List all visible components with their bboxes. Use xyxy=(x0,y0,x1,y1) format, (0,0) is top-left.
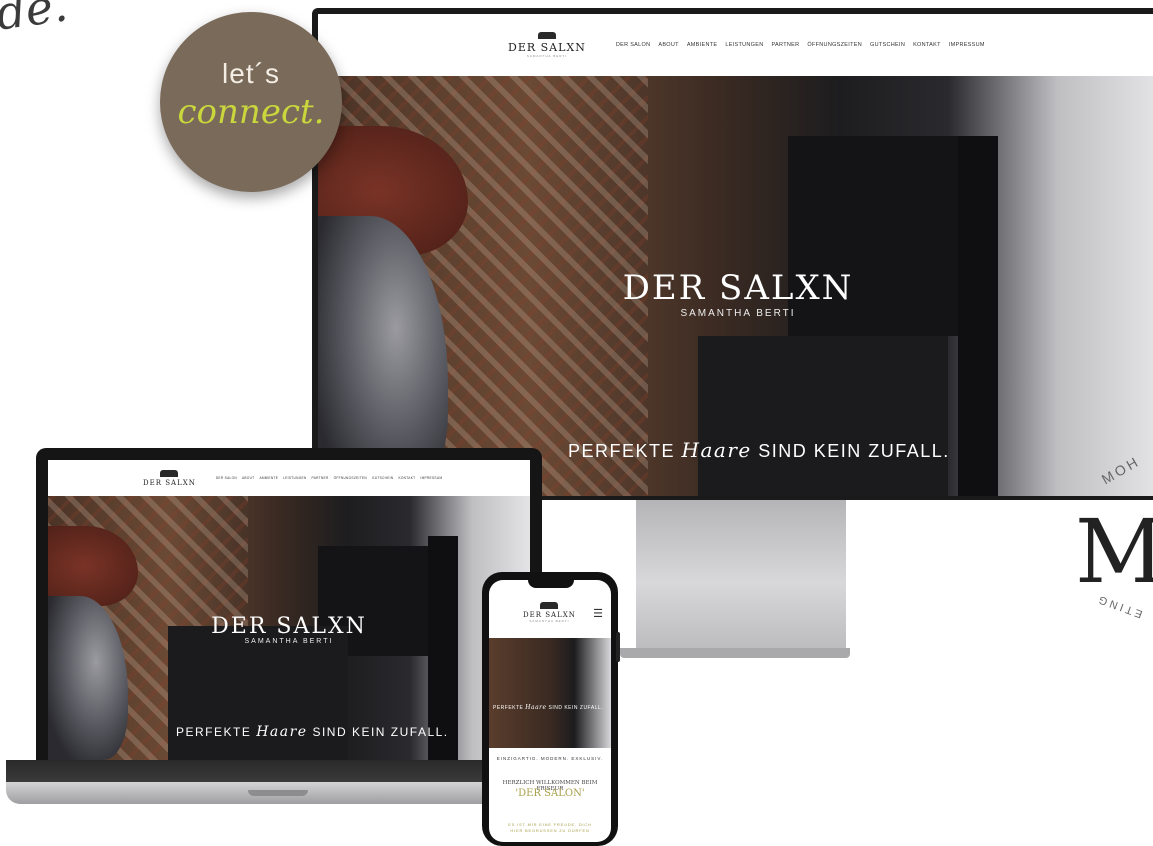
monitor-foot xyxy=(620,648,850,658)
phone-tagline: EINZIGARTIG. MODERN. EXKLUSIV. xyxy=(496,756,604,761)
hero-subtitle: SAMANTHA BERTI xyxy=(244,638,334,645)
hero-image-laptop: DER SALXN SAMANTHA BERTI PERFEKTE Haare … xyxy=(48,496,530,760)
tagline-pre: PERFEKTE xyxy=(493,705,524,711)
nav-item-ambiente[interactable]: AMBIENTE xyxy=(259,476,278,480)
phone-salon-name: 'DER SALON' xyxy=(515,788,585,799)
phone-navbar: DER SALXN SAMANTHA BERTI ☰ xyxy=(489,580,611,638)
logo-text: DER SALXN xyxy=(143,478,196,487)
tagline-post: SIND KEIN ZUFALL. xyxy=(758,441,950,461)
laptop-notch xyxy=(248,790,308,796)
badge-line1: let´s xyxy=(222,58,280,89)
tagline-post: SIND KEIN ZUFALL. xyxy=(312,725,449,739)
phone-notch xyxy=(528,578,574,588)
nav-item-oeffnungszeiten[interactable]: ÖFFNUNGSZEITEN xyxy=(334,476,367,480)
logo-text: DER SALXN xyxy=(523,611,576,619)
nav-item-partner[interactable]: PARTNER xyxy=(772,42,800,48)
nav-item-gutschein[interactable]: GUTSCHEIN xyxy=(372,476,393,480)
nav-item-der-salon[interactable]: DER SALON xyxy=(616,42,651,48)
nav-links: DER SALON ABOUT AMBIENTE LEISTUNGEN PART… xyxy=(616,42,985,48)
site-navbar-laptop: DER SALXN DER SALON ABOUT AMBIENTE LEIST… xyxy=(48,460,530,496)
reception-counter xyxy=(698,336,948,496)
site-logo-laptop[interactable]: DER SALXN xyxy=(143,469,196,487)
logo-subtitle: SAMANTHA BERTI xyxy=(529,619,570,623)
nav-item-impressum[interactable]: IMPRESSUM xyxy=(949,42,985,48)
logo-mark-icon xyxy=(540,602,559,609)
site-logo[interactable]: DER SALXN SAMANTHA BERTI xyxy=(508,32,586,58)
laptop-keyboard-edge xyxy=(6,760,536,782)
phone-hero-image: PERFEKTE Haare SIND KEIN ZUFALL. xyxy=(489,638,611,748)
nav-item-oeffnungszeiten[interactable]: ÖFFNUNGSZEITEN xyxy=(807,42,862,48)
decorative-m-letter: M xyxy=(1075,500,1153,603)
monitor-stand xyxy=(636,500,846,650)
phone-intro-text: ES IST MIR EINE FREUDE, DICH HIER BEGRÜS… xyxy=(489,822,611,834)
hero-tagline: PERFEKTE Haare SIND KEIN ZUFALL. xyxy=(568,438,950,462)
nav-item-kontakt[interactable]: KONTAKT xyxy=(913,42,941,48)
nav-item-kontakt[interactable]: KONTAKT xyxy=(398,476,415,480)
site-navbar: DER SALXN SAMANTHA BERTI DER SALON ABOUT… xyxy=(318,14,1153,76)
hero-title: DER SALXN xyxy=(211,614,367,639)
nav-item-leistungen[interactable]: LEISTUNGEN xyxy=(725,42,763,48)
monitor-screen: DER SALXN SAMANTHA BERTI DER SALON ABOUT… xyxy=(318,14,1153,496)
nav-item-ambiente[interactable]: AMBIENTE xyxy=(687,42,718,48)
nav-item-leistungen[interactable]: LEISTUNGEN xyxy=(283,476,306,480)
nav-item-der-salon[interactable]: DER SALON xyxy=(216,476,237,480)
logo-mark-icon xyxy=(160,469,179,477)
nav-item-gutschein[interactable]: GUTSCHEIN xyxy=(870,42,905,48)
phone-side-button xyxy=(616,632,620,662)
logo-mark-icon xyxy=(537,32,556,39)
tagline-pre: PERFEKTE xyxy=(176,725,252,739)
badge-line2: connect. xyxy=(177,92,325,132)
hero-tagline: PERFEKTE Haare SIND KEIN ZUFALL. xyxy=(176,724,449,740)
hamburger-menu-icon[interactable]: ☰ xyxy=(593,607,603,620)
hero-title: DER SALXN xyxy=(622,268,854,308)
decorative-script-text: de. xyxy=(0,0,71,41)
logo-text: DER SALXN xyxy=(508,41,586,54)
tagline-script-word: Haare xyxy=(525,704,547,711)
hero-image: DER SALXN SAMANTHA BERTI PERFEKTE Haare … xyxy=(318,76,1153,496)
nav-item-about[interactable]: ABOUT xyxy=(658,42,678,48)
hero-tagline-phone: PERFEKTE Haare SIND KEIN ZUFALL. xyxy=(493,704,603,711)
hero-subtitle: SAMANTHA BERTI xyxy=(680,308,796,319)
nav-item-about[interactable]: ABOUT xyxy=(242,476,254,480)
lets-connect-badge: let´s connect. xyxy=(160,12,342,192)
tagline-script-word: Haare xyxy=(256,724,308,740)
nav-item-impressum[interactable]: IMPRESSUM xyxy=(420,476,442,480)
phone-intro-line2: HIER BEGRÜSSEN ZU DÜRFEN xyxy=(510,828,590,833)
laptop-screen: DER SALXN DER SALON ABOUT AMBIENTE LEIST… xyxy=(48,460,530,760)
tagline-pre: PERFEKTE xyxy=(568,441,676,461)
nav-links-laptop: DER SALON ABOUT AMBIENTE LEISTUNGEN PART… xyxy=(216,476,443,480)
logo-subtitle: SAMANTHA BERTI xyxy=(526,54,567,58)
tagline-script-word: Haare xyxy=(681,438,752,462)
tagline-post: SIND KEIN ZUFALL. xyxy=(548,705,604,711)
site-logo-phone[interactable]: DER SALXN SAMANTHA BERTI xyxy=(523,602,576,623)
phone-screen: DER SALXN SAMANTHA BERTI ☰ PERFEKTE Haar… xyxy=(489,580,611,842)
nav-item-partner[interactable]: PARTNER xyxy=(312,476,329,480)
